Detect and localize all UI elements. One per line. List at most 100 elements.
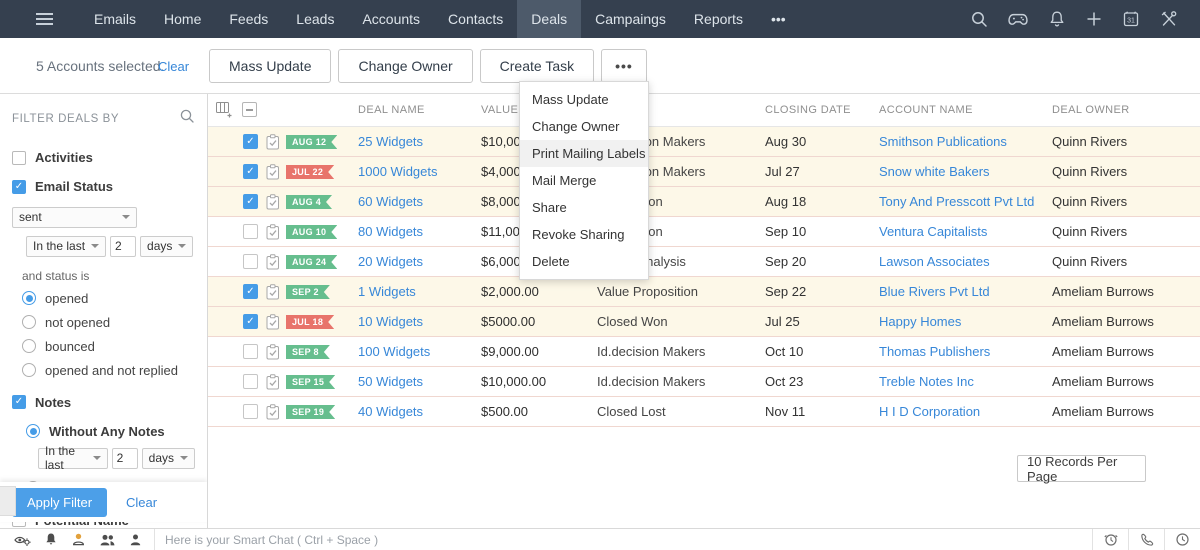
row-checkbox[interactable] — [243, 134, 258, 149]
user-status-icon[interactable] — [71, 532, 86, 547]
notes-range-select[interactable]: In the last — [38, 448, 108, 469]
search-icon[interactable] — [970, 10, 988, 28]
deal-name-link[interactable]: 100 Widgets — [358, 344, 430, 359]
tools-icon[interactable] — [1159, 10, 1178, 28]
activities-checkbox[interactable] — [12, 151, 26, 165]
dropdown-item-mass-update[interactable]: Mass Update — [520, 86, 648, 113]
account-name-link[interactable]: Thomas Publishers — [879, 344, 990, 359]
deal-name-link[interactable]: 40 Widgets — [358, 404, 423, 419]
header-value[interactable]: VALUE — [481, 104, 518, 116]
account-name-link[interactable]: H I D Corporation — [879, 404, 980, 419]
clear-selection-link[interactable]: Clear — [158, 59, 189, 74]
smart-chat-input[interactable]: Here is your Smart Chat ( Ctrl + Space ) — [155, 529, 1092, 550]
table-row[interactable]: SEP 19 40 Widgets $500.00 Closed Lost No… — [208, 397, 1200, 427]
task-clipboard-icon[interactable] — [266, 254, 280, 275]
table-row[interactable]: SEP 2 1 Widgets $2,000.00 Value Proposit… — [208, 277, 1200, 307]
task-clipboard-icon[interactable] — [266, 314, 280, 335]
row-checkbox[interactable] — [243, 314, 258, 329]
account-name-link[interactable]: Snow white Bakers — [879, 164, 990, 179]
history-icon[interactable] — [1164, 529, 1200, 550]
nav-item-accounts[interactable]: Accounts — [348, 0, 434, 38]
row-checkbox[interactable] — [243, 344, 258, 359]
contacts-icon[interactable] — [99, 533, 116, 547]
deal-name-link[interactable]: 10 Widgets — [358, 314, 423, 329]
task-clipboard-icon[interactable] — [266, 344, 280, 365]
nav-item-campaings[interactable]: Campaings — [581, 0, 680, 38]
filter-activities[interactable]: Activities — [12, 150, 195, 165]
calendar-icon[interactable]: 31 — [1122, 10, 1140, 28]
change-owner-button[interactable]: Change Owner — [338, 49, 472, 83]
table-row[interactable]: AUG 24 20 Widgets $6,000.00 Needs Analys… — [208, 247, 1200, 277]
nav-item-feeds[interactable]: Feeds — [215, 0, 282, 38]
select-all-checkbox[interactable] — [242, 102, 257, 117]
deal-name-link[interactable]: 50 Widgets — [358, 374, 423, 389]
header-deal-name[interactable]: DEAL NAME — [358, 104, 425, 116]
status-option-bounced[interactable]: bounced — [22, 339, 195, 354]
user-icon[interactable] — [129, 533, 142, 547]
eye-gear-icon[interactable] — [14, 533, 31, 547]
column-settings-icon[interactable] — [216, 102, 233, 123]
account-name-link[interactable]: Blue Rivers Pvt Ltd — [879, 284, 990, 299]
deal-name-link[interactable]: 1 Widgets — [358, 284, 416, 299]
collapsed-panel-tab[interactable] — [0, 486, 16, 516]
filter-email-status[interactable]: Email Status — [12, 179, 195, 194]
task-clipboard-icon[interactable] — [266, 134, 280, 155]
row-checkbox[interactable] — [243, 254, 258, 269]
deal-name-link[interactable]: 60 Widgets — [358, 194, 423, 209]
table-row[interactable]: SEP 15 50 Widgets $10,000.00 Id.decision… — [208, 367, 1200, 397]
header-closing-date[interactable]: CLOSING DATE — [765, 104, 851, 116]
nav-item-reports[interactable]: Reports — [680, 0, 757, 38]
mass-update-button[interactable]: Mass Update — [209, 49, 331, 83]
call-icon[interactable] — [1128, 529, 1164, 550]
nav-item-[interactable]: ••• — [757, 0, 800, 38]
deal-name-link[interactable]: 1000 Widgets — [358, 164, 438, 179]
email-type-select[interactable]: sent — [12, 207, 137, 228]
dropdown-item-print-mailing-labels[interactable]: Print Mailing Labels — [520, 140, 648, 167]
task-clipboard-icon[interactable] — [266, 224, 280, 245]
email-status-checkbox[interactable] — [12, 180, 26, 194]
deal-name-link[interactable]: 25 Widgets — [358, 134, 423, 149]
table-row[interactable]: JUL 22 1000 Widgets $4,000.00 Id.decisio… — [208, 157, 1200, 187]
row-checkbox[interactable] — [243, 404, 258, 419]
status-option-opened[interactable]: opened — [22, 291, 195, 306]
task-clipboard-icon[interactable] — [266, 284, 280, 305]
account-name-link[interactable]: Tony And Presscott Pvt Ltd — [879, 194, 1034, 209]
dropdown-item-share[interactable]: Share — [520, 194, 648, 221]
task-clipboard-icon[interactable] — [266, 164, 280, 185]
more-actions-button[interactable]: ••• — [601, 49, 647, 83]
account-name-link[interactable]: Ventura Capitalists — [879, 224, 987, 239]
header-account-name[interactable]: ACCOUNT NAME — [879, 104, 973, 116]
nav-item-contacts[interactable]: Contacts — [434, 0, 517, 38]
table-row[interactable]: AUG 10 80 Widgets $11,000.00 Negotiation… — [208, 217, 1200, 247]
notes-unit-select[interactable]: days — [142, 448, 195, 469]
deal-name-link[interactable]: 20 Widgets — [358, 254, 423, 269]
row-checkbox[interactable] — [243, 284, 258, 299]
deal-name-link[interactable]: 80 Widgets — [358, 224, 423, 239]
create-task-button[interactable]: Create Task — [480, 49, 594, 83]
account-name-link[interactable]: Happy Homes — [879, 314, 961, 329]
table-row[interactable]: JUL 18 10 Widgets $5000.00 Closed Won Ju… — [208, 307, 1200, 337]
task-clipboard-icon[interactable] — [266, 404, 280, 425]
status-option-not-opened[interactable]: not opened — [22, 315, 195, 330]
account-name-link[interactable]: Smithson Publications — [879, 134, 1007, 149]
row-checkbox[interactable] — [243, 224, 258, 239]
dropdown-item-revoke-sharing[interactable]: Revoke Sharing — [520, 221, 648, 248]
records-per-page-select[interactable]: 10 Records Per Page — [1017, 455, 1146, 482]
gamepad-icon[interactable] — [1007, 10, 1029, 28]
account-name-link[interactable]: Lawson Associates — [879, 254, 990, 269]
status-option-opened-not-replied[interactable]: opened and not replied — [22, 363, 195, 378]
account-name-link[interactable]: Treble Notes Inc — [879, 374, 974, 389]
nav-item-emails[interactable]: Emails — [80, 0, 150, 38]
email-days-count-input[interactable] — [110, 236, 136, 257]
notes-checkbox[interactable] — [12, 395, 26, 409]
alarm-icon[interactable] — [1092, 529, 1128, 550]
apply-filter-button[interactable]: Apply Filter — [12, 488, 107, 517]
task-clipboard-icon[interactable] — [266, 194, 280, 215]
table-row[interactable]: SEP 8 100 Widgets $9,000.00 Id.decision … — [208, 337, 1200, 367]
filter-notes[interactable]: Notes — [12, 395, 195, 410]
row-checkbox[interactable] — [243, 194, 258, 209]
hamburger-menu-icon[interactable] — [36, 0, 56, 38]
clear-filter-link[interactable]: Clear — [126, 495, 157, 510]
nav-item-home[interactable]: Home — [150, 0, 215, 38]
email-unit-select[interactable]: days — [140, 236, 193, 257]
